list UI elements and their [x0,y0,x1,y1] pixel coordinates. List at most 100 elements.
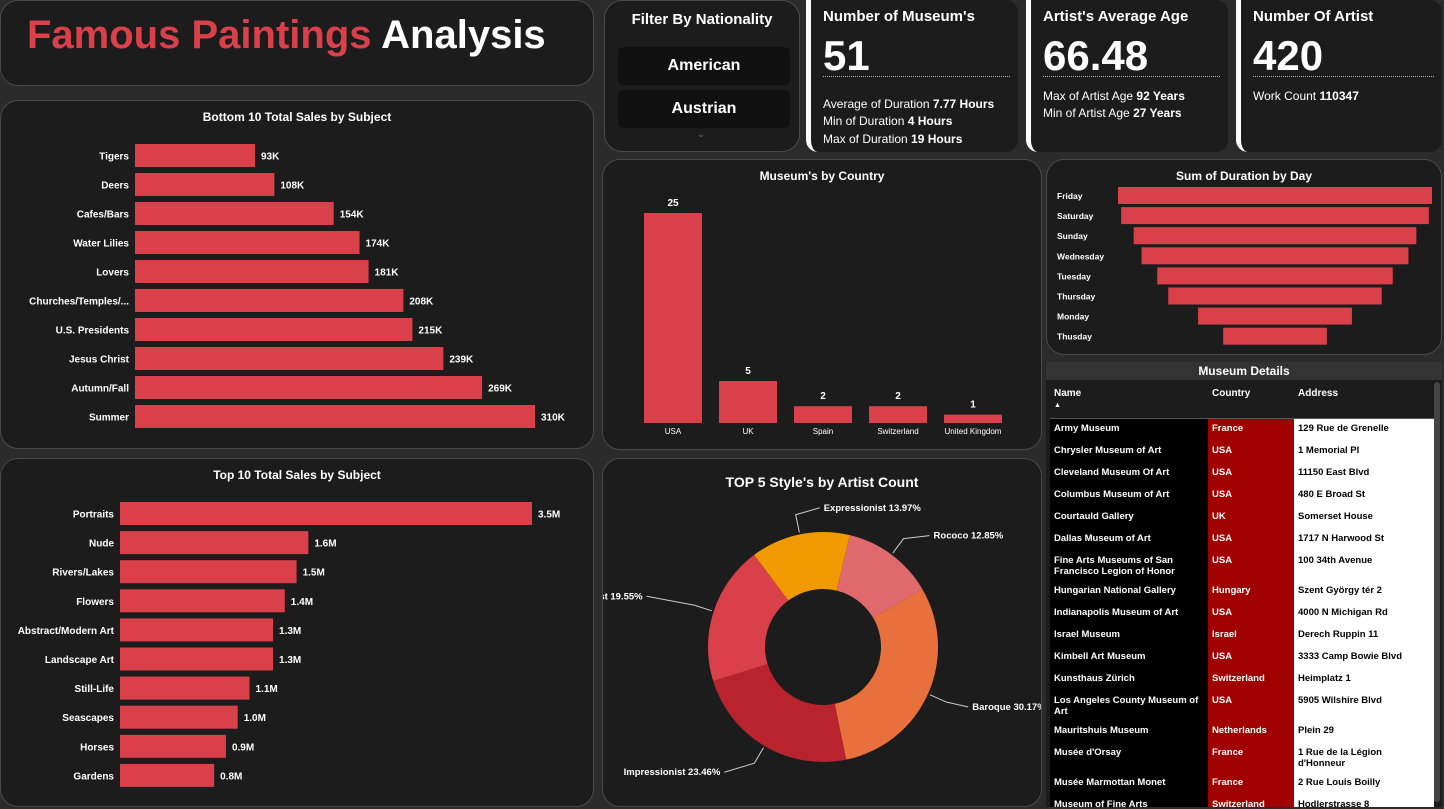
title-part1: Famous Paintings [27,13,372,57]
bar[interactable] [120,705,238,729]
kpi-row: Work Count 110347 [1253,89,1359,103]
table-row[interactable]: Kunsthaus Zürich Switzerland Heimplatz 1 [1050,669,1434,691]
table-row[interactable]: Museum of Fine Arts Switzerland Hodlerstra… [1050,795,1434,807]
cell-name: Dallas Museum of Art [1050,529,1208,551]
funnel-bar[interactable] [1121,207,1429,225]
bar[interactable] [644,213,702,423]
top10-chart: Portraits 3.5M Nude 1.6M Rivers/Lakes 1.5M Flo… [18,502,560,787]
cell-address: 3333 Camp Bowie Blvd [1294,647,1434,669]
funnel-bar[interactable] [1133,227,1417,245]
bar[interactable] [120,676,250,700]
slice-label: Baroque 30.17% [972,702,1042,713]
bar[interactable] [135,289,404,312]
bar[interactable] [135,260,369,283]
data-label: 269K [488,384,513,395]
cell-country: USA [1208,647,1294,669]
chevron-down-icon[interactable]: ⌄ [697,129,705,140]
kpi-museums-value: 51 [823,32,870,79]
table-scrollbar[interactable] [1434,382,1440,802]
table-row[interactable]: Indianapolis Museum of Art USA 4000 N Mich… [1050,603,1434,625]
museum-details-table-panel: Museum Details Name ▲ Country Address Arm… [1046,362,1442,807]
funnel-bar[interactable] [1141,247,1409,265]
museums-by-country-panel: Museum's by Country 25 USA 5 UK 2 Spain 2 Switz… [602,159,1042,450]
cell-country: USA [1208,529,1294,551]
column-header-country[interactable]: Country [1208,382,1294,419]
data-label: 2 [895,391,901,402]
table-row[interactable]: Israel Museum Israel Derech Ruppin 11 [1050,625,1434,647]
category-label: Thursday [1057,292,1096,302]
cell-name: Museum of Fine Arts [1050,795,1208,807]
bar[interactable] [869,406,927,423]
bar[interactable] [135,144,255,167]
bar[interactable] [120,589,285,613]
bar[interactable] [135,376,483,399]
column-header-address[interactable]: Address [1294,382,1434,419]
table-row[interactable]: Kimbell Art Museum USA 3333 Camp Bowie Blv… [1050,647,1434,669]
data-label: 1 [970,400,976,411]
leader-line [892,535,930,554]
category-label: Landscape Art [45,655,115,666]
bar[interactable] [135,347,444,370]
cell-address: 100 34th Avenue [1294,551,1434,581]
cell-name: Chrysler Museum of Art [1050,441,1208,463]
category-label: Water Lilies [73,239,129,250]
table-row[interactable]: Courtauld Gallery UK Somerset House [1050,507,1434,529]
table-row[interactable]: Cleveland Museum Of Art USA 11150 East Blv… [1050,463,1434,485]
slice-label: Realist 19.55% [603,591,643,602]
nationality-filter: Filter By Nationality American Austrian … [604,0,800,152]
bar[interactable] [135,405,535,428]
bar[interactable] [120,647,274,671]
data-label: 174K [366,239,391,250]
funnel-bar[interactable] [1157,267,1393,285]
bar[interactable] [135,231,360,254]
donut-slice[interactable] [713,664,847,762]
funnel-bar[interactable] [1198,307,1352,325]
kpi-artists-card: Number Of Artist 420 Work Count 110347 [1236,0,1442,152]
data-label: 181K [375,268,400,279]
bar[interactable] [135,202,334,225]
filter-option-american[interactable]: American [618,47,790,85]
dashboard-title: Famous Paintings Analysis [27,13,546,58]
bar[interactable] [120,618,274,642]
table-row[interactable]: Musée d'Orsay France 1 Rue de la Légion d'… [1050,743,1434,773]
category-label: Thusday [1057,332,1092,342]
bar[interactable] [135,318,413,341]
table-row[interactable]: Hungarian National Gallery Hungary Szent G… [1050,581,1434,603]
bar[interactable] [120,531,309,555]
bar[interactable] [120,734,226,758]
kpi-artists-value: 420 [1253,32,1324,79]
bar[interactable] [120,763,215,787]
table-row[interactable]: Los Angeles County Museum of Art USA 5905 … [1050,691,1434,721]
data-label: 1.0M [244,713,266,724]
table-row[interactable]: Fine Arts Museums of San Francisco Legio… [1050,551,1434,581]
column-header-name[interactable]: Name ▲ [1050,382,1208,419]
funnel-bar[interactable] [1168,287,1382,305]
category-label: Tuesday [1057,271,1091,281]
table-row[interactable]: Chrysler Museum of Art USA 1 Memorial Pl [1050,441,1434,463]
cell-name: Kimbell Art Museum [1050,647,1208,669]
table-row[interactable]: Columbus Museum of Art USA 480 E Broad St [1050,485,1434,507]
bar[interactable] [120,502,532,525]
table-row[interactable]: Dallas Museum of Art USA 1717 N Harwood St [1050,529,1434,551]
filter-option-austrian[interactable]: Austrian [618,90,790,128]
cell-address: 1 Memorial Pl [1294,441,1434,463]
table-row[interactable]: Musée Marmottan Monet France 2 Rue Louis B… [1050,773,1434,795]
kpi-row: Min of Duration 4 Hours [823,114,953,128]
divider [823,76,1010,77]
cell-name: Fine Arts Museums of San Francisco Legio… [1050,551,1208,581]
table-row[interactable]: Army Museum France 129 Rue de Grenelle [1050,418,1434,441]
funnel-bar[interactable] [1118,187,1432,204]
data-label: 1.6M [314,539,336,550]
bar[interactable] [719,381,777,423]
category-label: Spain [813,427,833,436]
bar[interactable] [120,560,297,584]
bar[interactable] [135,173,275,196]
styles-donut-panel: TOP 5 Style's by Artist Count Expression… [602,458,1042,807]
bar[interactable] [944,414,1002,423]
bar[interactable] [794,406,852,423]
data-label: 310K [541,413,566,424]
category-label: Flowers [76,597,114,608]
funnel-bar[interactable] [1223,327,1327,345]
table-row[interactable]: Mauritshuis Museum Netherlands Plein 29 [1050,721,1434,743]
donut-slice[interactable] [834,589,938,760]
